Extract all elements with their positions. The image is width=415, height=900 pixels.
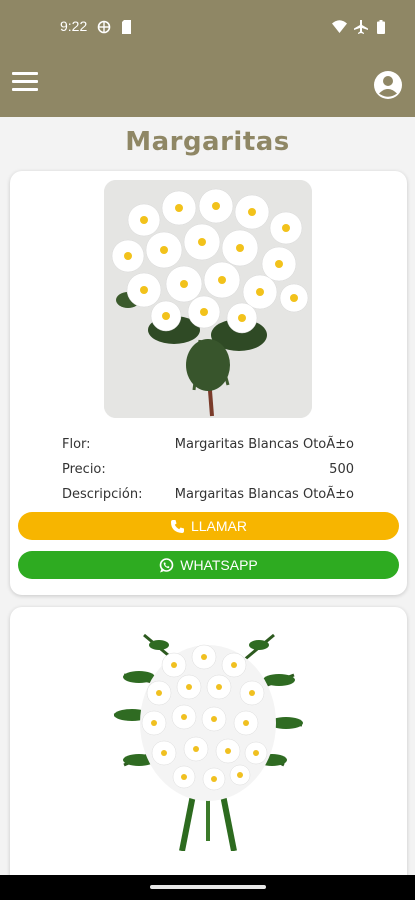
precio-row: Precio: 500 — [62, 462, 354, 482]
call-button-label: LLAMAR — [190, 518, 248, 534]
flor-label: Flor: — [62, 437, 91, 452]
call-button[interactable]: LLAMAR — [18, 512, 399, 540]
status-time: 9:22 — [60, 18, 88, 34]
status-bar: 9:22 — [0, 18, 415, 38]
white-daisy-arrangement-with-ferns-photo — [104, 615, 312, 852]
airplane-mode-icon — [354, 20, 368, 34]
account-circle-icon[interactable] — [373, 70, 403, 100]
white-daisy-bouquet-photo — [104, 180, 312, 418]
content-area[interactable]: Margaritas Flor: Margaritas Blancas OtoÃ… — [0, 117, 415, 875]
descripcion-value: Margaritas Blancas OtoÃ±o — [174, 487, 354, 502]
app-bar: 9:22 — [0, 0, 415, 117]
page-title: Margaritas — [125, 127, 290, 157]
product-card — [10, 607, 407, 875]
whatsapp-button[interactable]: WHATSAPP — [18, 551, 399, 579]
flor-row: Flor: Margaritas Blancas OtoÃ±o — [62, 437, 354, 457]
product-photo — [104, 180, 312, 418]
hamburger-menu-icon[interactable] — [12, 72, 38, 94]
battery-icon — [377, 20, 385, 34]
precio-value: 500 — [329, 462, 354, 477]
descripcion-row: Descripción: Margaritas Blancas OtoÃ±o — [62, 487, 354, 507]
globe-status-icon — [97, 20, 111, 34]
product-photo — [104, 615, 312, 853]
system-navigation-bar — [0, 875, 415, 900]
flor-value: Margaritas Blancas OtoÃ±o — [174, 437, 354, 452]
wifi-icon — [332, 20, 347, 33]
phone-icon — [170, 519, 184, 533]
sim-card-icon — [122, 20, 131, 34]
precio-label: Precio: — [62, 462, 106, 477]
descripcion-label: Descripción: — [62, 487, 143, 502]
whatsapp-button-label: WHATSAPP — [180, 557, 258, 573]
whatsapp-icon — [159, 557, 174, 573]
home-gesture-handle[interactable] — [150, 885, 266, 889]
product-card: Flor: Margaritas Blancas OtoÃ±o Precio: … — [10, 171, 407, 595]
